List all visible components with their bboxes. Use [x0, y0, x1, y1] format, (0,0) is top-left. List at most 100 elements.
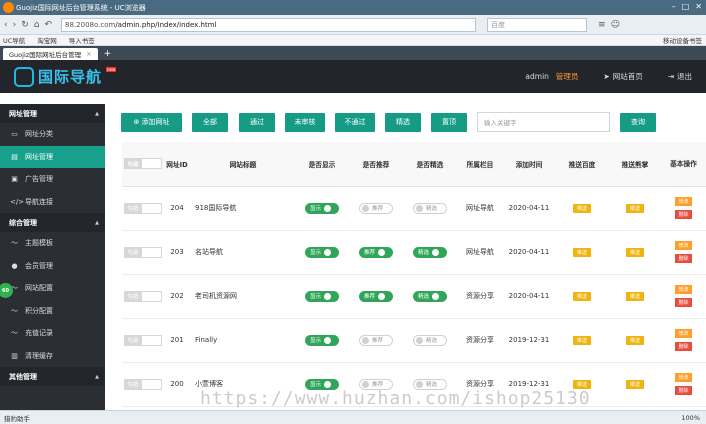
- header-featured: 是否精选: [403, 142, 457, 187]
- sidebar-item-clear-cache[interactable]: ▥ 清理缓存: [0, 345, 105, 368]
- sidebar-item-points-config[interactable]: 〜积分配置: [0, 300, 105, 323]
- push-xz-button[interactable]: 推送: [625, 291, 644, 301]
- forward-icon[interactable]: ›: [13, 20, 17, 30]
- minimize-icon[interactable]: –: [672, 2, 676, 11]
- edit-button[interactable]: 修改: [675, 285, 692, 294]
- refresh-icon[interactable]: ↻: [21, 20, 29, 30]
- row-checkbox[interactable]: 勾选: [123, 202, 162, 214]
- browser-search-input[interactable]: 百度: [487, 17, 588, 32]
- show-toggle[interactable]: 显示: [305, 246, 339, 258]
- row-checkbox[interactable]: 勾选: [123, 290, 162, 302]
- sidebar-item-recharge[interactable]: 〜充值记录: [0, 322, 105, 345]
- recommend-toggle[interactable]: 推荐: [359, 334, 393, 346]
- user-icon[interactable]: ☺: [611, 20, 620, 30]
- featured-toggle[interactable]: 精选: [413, 290, 447, 302]
- sidebar-item-nav-links[interactable]: </> 导航连接: [0, 191, 105, 214]
- query-button[interactable]: 查询: [620, 112, 656, 132]
- header-recommend: 是否推荐: [349, 142, 403, 187]
- browser-tab[interactable]: Guojiz国际网址后台管理 ×: [3, 48, 98, 60]
- delete-button[interactable]: 删除: [675, 254, 692, 263]
- bookmark-item[interactable]: UC导航: [3, 35, 25, 45]
- filter-unreviewed-button[interactable]: 未审核: [285, 112, 325, 132]
- cell-title: Finally: [191, 318, 295, 363]
- toggle-knob: [378, 292, 386, 300]
- mobile-bookmarks[interactable]: 移动设备书签: [663, 35, 702, 45]
- sidebar-item-site-config[interactable]: 〜网站配置: [0, 277, 105, 300]
- show-toggle[interactable]: 显示: [305, 202, 339, 214]
- edit-button[interactable]: 修改: [675, 241, 692, 250]
- recommend-toggle[interactable]: 推荐: [359, 290, 393, 302]
- push-baidu-button[interactable]: 推送: [572, 379, 591, 389]
- filter-top-button[interactable]: 置顶: [431, 112, 467, 132]
- push-xz-button[interactable]: 推送: [625, 203, 644, 213]
- row-checkbox[interactable]: 勾选: [123, 378, 162, 390]
- push-xz-button[interactable]: 推送: [625, 247, 644, 257]
- push-baidu-button[interactable]: 推送: [572, 335, 591, 345]
- sidebar-item-members[interactable]: ● 会员管理: [0, 255, 105, 278]
- bookmark-item[interactable]: 导入书签: [69, 35, 95, 45]
- edit-button[interactable]: 修改: [675, 329, 692, 338]
- sidebar-section-other[interactable]: 其他管理 ▲: [0, 367, 105, 386]
- add-url-button[interactable]: ⊕ 添加网址: [121, 112, 182, 132]
- featured-toggle[interactable]: 精选: [413, 378, 447, 390]
- delete-button[interactable]: 删除: [675, 342, 692, 351]
- table-row: 勾选 204 918国际导航 显示 推荐 精选 网址导航 2020-04-11 推送 推送 修改 删除: [122, 186, 706, 231]
- zoom-level[interactable]: 100%: [681, 414, 700, 422]
- row-checkbox[interactable]: 勾选: [123, 334, 162, 346]
- featured-toggle[interactable]: 精选: [413, 202, 447, 214]
- featured-toggle[interactable]: 精选: [413, 246, 447, 258]
- status-assistant[interactable]: 猎豹助手: [4, 413, 30, 423]
- sidebar-item-ads[interactable]: ▣ 广告管理: [0, 168, 105, 191]
- sidebar-item-themes[interactable]: 〜主题模板: [0, 232, 105, 255]
- bookmark-item[interactable]: 淘宝网: [37, 35, 57, 45]
- toggle-knob: [362, 204, 369, 212]
- show-toggle[interactable]: 显示: [305, 290, 339, 302]
- menu-icon[interactable]: ≡: [598, 20, 606, 30]
- cell-title: 名站导航: [191, 230, 295, 275]
- tab-bar: Guojiz国际网址后台管理 × +: [0, 46, 706, 60]
- checkbox-label: 勾选: [124, 291, 142, 301]
- push-xz-button[interactable]: 推送: [625, 335, 644, 345]
- filter-pass-button[interactable]: 通过: [239, 112, 275, 132]
- delete-button[interactable]: 删除: [675, 298, 692, 307]
- recommend-toggle[interactable]: 推荐: [359, 246, 393, 258]
- push-baidu-button[interactable]: 推送: [572, 203, 591, 213]
- tab-close-icon[interactable]: ×: [86, 50, 91, 58]
- logout-link[interactable]: ⇥ 退出: [668, 71, 692, 82]
- sidebar-item-url-category[interactable]: ▭ 网址分类: [0, 123, 105, 146]
- show-label: 显示: [310, 206, 322, 212]
- delete-button[interactable]: 删除: [675, 210, 692, 219]
- maximize-icon[interactable]: □: [682, 2, 690, 11]
- show-toggle[interactable]: 显示: [305, 378, 339, 390]
- sidebar-section-general[interactable]: 综合管理 ▲: [0, 213, 105, 232]
- filter-all-button[interactable]: 全部: [192, 112, 228, 132]
- sidebar-section-url[interactable]: 网址管理 ▲: [0, 104, 105, 123]
- window-title: Guojiz国际网址后台管理系统 - UC浏览器: [16, 3, 146, 12]
- close-window-icon[interactable]: ✕: [695, 2, 702, 11]
- delete-button[interactable]: 删除: [675, 386, 692, 395]
- show-toggle[interactable]: 显示: [305, 334, 339, 346]
- undo-icon[interactable]: ↶: [44, 20, 52, 30]
- filter-selected-button[interactable]: 精选: [385, 112, 421, 132]
- site-home-link[interactable]: ➤ 网站首页: [603, 71, 642, 82]
- recommend-toggle[interactable]: 推荐: [359, 378, 393, 390]
- section-title: 其他管理: [9, 372, 37, 381]
- new-tab-icon[interactable]: +: [104, 49, 112, 60]
- edit-button[interactable]: 修改: [675, 373, 692, 382]
- keyword-input[interactable]: 输入关键字: [477, 112, 610, 132]
- push-baidu-button[interactable]: 推送: [572, 247, 591, 257]
- push-baidu-button[interactable]: 推送: [572, 291, 591, 301]
- recommend-toggle[interactable]: 推荐: [359, 202, 393, 214]
- home-icon[interactable]: ⌂: [34, 20, 40, 30]
- push-xz-button[interactable]: 推送: [625, 379, 644, 389]
- row-checkbox[interactable]: 勾选: [123, 246, 162, 258]
- edit-button[interactable]: 修改: [675, 197, 692, 206]
- sidebar-item-label: 网址分类: [25, 130, 53, 139]
- select-all-checkbox[interactable]: 勾选: [123, 158, 162, 170]
- sidebar-item-url-manage[interactable]: ▤ 网址管理: [0, 145, 105, 168]
- address-bar[interactable]: 88.2008o.com/admin.php/Index/index.html: [61, 17, 477, 32]
- back-icon[interactable]: ‹: [4, 20, 8, 30]
- brand-logo[interactable]: 国际导航 new: [14, 66, 117, 87]
- filter-fail-button[interactable]: 不通过: [335, 112, 375, 132]
- featured-toggle[interactable]: 精选: [413, 334, 447, 346]
